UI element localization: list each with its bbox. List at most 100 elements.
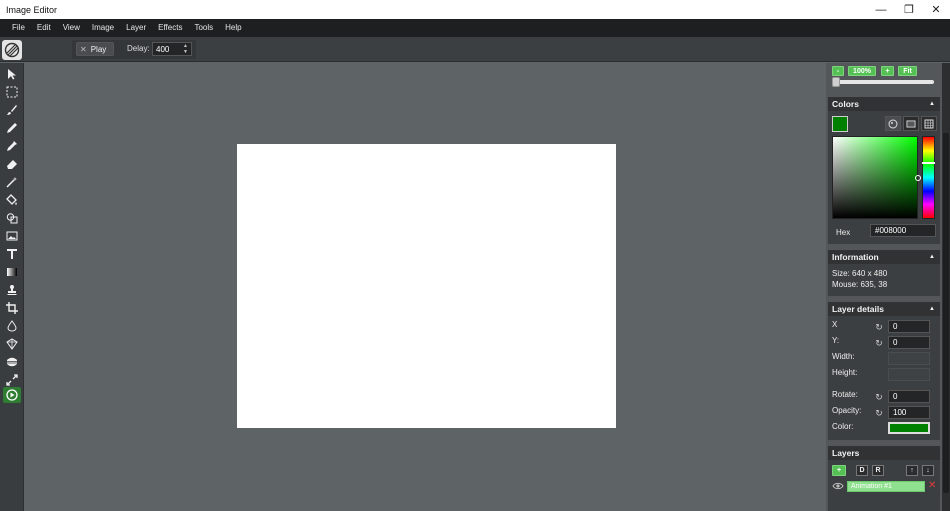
current-color-swatch[interactable]	[832, 116, 848, 132]
menu-file[interactable]: File	[6, 19, 31, 37]
add-layer-button[interactable]: +	[832, 465, 846, 476]
crop-tool-icon[interactable]	[3, 300, 21, 316]
mouse-position-text: Mouse: 635, 38	[832, 280, 888, 289]
layers-panel-header[interactable]: Layers	[828, 446, 940, 460]
menu-bar: File Edit View Image Layer Effects Tools…	[0, 19, 950, 37]
menu-edit[interactable]: Edit	[31, 19, 57, 37]
hue-slider[interactable]	[922, 136, 935, 219]
pipette-tool-icon[interactable]	[3, 138, 21, 154]
collapse-icon[interactable]: ▲	[929, 254, 935, 260]
y-input[interactable]: 0	[888, 336, 930, 349]
gradient-tool-icon[interactable]	[3, 264, 21, 280]
opacity-label: Opacity:	[832, 406, 862, 415]
attributes-toolbar: ✕ Play Delay: 400 ▲ ▼	[0, 37, 950, 62]
menu-effects[interactable]: Effects	[152, 19, 188, 37]
color-wheel-icon[interactable]	[885, 116, 901, 131]
information-panel-header[interactable]: Information ▲	[828, 250, 940, 264]
image-tool-icon[interactable]	[3, 228, 21, 244]
menu-help[interactable]: Help	[219, 19, 247, 37]
zoom-in-button[interactable]: +	[881, 66, 894, 76]
right-sidebar: - 100% + Fit Colors ▲ Hex #008000 Inform	[826, 63, 950, 511]
pencil-tool-icon[interactable]	[3, 120, 21, 136]
hue-marker[interactable]	[922, 162, 935, 164]
layers-panel: Layers + D R ↑ ↓ Animation #1 ✕	[828, 446, 940, 511]
animation-tool-icon[interactable]	[3, 387, 21, 403]
duplicate-layer-button[interactable]: D	[856, 465, 868, 476]
tools-panel	[0, 63, 24, 511]
sidebar-scrollbar[interactable]	[942, 63, 950, 511]
x-label: X	[832, 320, 838, 329]
delete-layer-icon[interactable]: ✕	[928, 480, 936, 491]
colors-panel-title: Colors	[832, 99, 859, 109]
x-input[interactable]: 0	[888, 320, 930, 333]
hex-label: Hex	[836, 228, 851, 237]
visibility-eye-icon[interactable]	[832, 481, 844, 491]
collapse-icon[interactable]: ▲	[929, 306, 935, 312]
sharpen-tool-icon[interactable]	[3, 336, 21, 352]
width-label: Width:	[832, 352, 855, 361]
rotate-label: Rotate:	[832, 390, 858, 399]
collapse-icon[interactable]: ▲	[929, 101, 935, 107]
saturation-value-picker[interactable]	[832, 136, 921, 219]
minimize-button[interactable]: —	[867, 0, 895, 19]
shape-tool-icon[interactable]	[3, 210, 21, 226]
layer-details-panel: Layer details ▲ X ↻ 0 Y: ↻ 0 Width: Heig…	[828, 302, 940, 440]
color-palette-icon[interactable]	[903, 116, 919, 131]
width-input	[888, 352, 930, 365]
bulge-tool-icon[interactable]	[3, 354, 21, 370]
menu-image[interactable]: Image	[86, 19, 120, 37]
zoom-out-button[interactable]: -	[832, 66, 844, 76]
delay-value: 400	[156, 45, 170, 54]
delay-input[interactable]: 400 ▲ ▼	[152, 42, 192, 56]
layer-item[interactable]: Animation #1	[847, 481, 925, 492]
zoom-fit-button[interactable]: Fit	[898, 66, 917, 76]
close-button[interactable]: ✕	[922, 0, 950, 19]
opacity-input[interactable]: 100	[888, 406, 930, 419]
move-layer-up-button[interactable]: ↑	[906, 465, 918, 476]
clone-stamp-tool-icon[interactable]	[3, 282, 21, 298]
move-layer-down-button[interactable]: ↓	[922, 465, 934, 476]
color-label: Color:	[832, 422, 854, 431]
colors-panel-header[interactable]: Colors ▲	[828, 97, 940, 111]
eraser-tool-icon[interactable]	[3, 156, 21, 172]
picker-cursor[interactable]	[915, 175, 921, 181]
title-bar: Image Editor — ❐ ✕	[0, 0, 950, 19]
scrollbar-thumb[interactable]	[943, 133, 949, 493]
layer-color-swatch[interactable]	[888, 422, 930, 434]
color-grid-icon[interactable]	[921, 116, 937, 131]
zoom-slider-knob[interactable]	[832, 77, 840, 87]
rotate-input[interactable]: 0	[888, 390, 930, 403]
delay-spinner[interactable]: ▲ ▼	[181, 43, 190, 55]
zoom-value-button[interactable]: 100%	[848, 66, 876, 76]
select-tool-icon[interactable]	[3, 66, 21, 82]
height-label: Height:	[832, 368, 858, 377]
menu-view[interactable]: View	[57, 19, 86, 37]
app-logo-icon	[2, 40, 22, 60]
hex-input[interactable]: #008000	[870, 224, 936, 237]
menu-tools[interactable]: Tools	[188, 19, 219, 37]
play-label: Play	[90, 44, 107, 54]
fill-tool-icon[interactable]	[3, 192, 21, 208]
reset-opacity-icon[interactable]: ↻	[874, 408, 884, 418]
image-canvas[interactable]	[237, 144, 616, 428]
menu-layer[interactable]: Layer	[120, 19, 152, 37]
colors-panel: Colors ▲ Hex #008000	[828, 97, 940, 244]
magic-wand-tool-icon[interactable]	[3, 174, 21, 190]
resize-tool-icon[interactable]	[3, 372, 21, 388]
layer-details-panel-header[interactable]: Layer details ▲	[828, 302, 940, 316]
reset-x-icon[interactable]: ↻	[874, 322, 884, 332]
reset-rotate-icon[interactable]: ↻	[874, 392, 884, 402]
layer-details-panel-title: Layer details	[832, 304, 884, 314]
reset-y-icon[interactable]: ↻	[874, 338, 884, 348]
blur-tool-icon[interactable]	[3, 318, 21, 334]
brush-tool-icon[interactable]	[3, 102, 21, 118]
rename-layer-button[interactable]: R	[872, 465, 884, 476]
rectangle-select-tool-icon[interactable]	[3, 84, 21, 100]
y-label: Y:	[832, 336, 840, 345]
image-size-text: Size: 640 x 480	[832, 269, 888, 278]
restore-button[interactable]: ❐	[895, 0, 923, 19]
play-button[interactable]: ✕ Play	[76, 42, 114, 56]
text-tool-icon[interactable]	[3, 246, 21, 262]
information-panel-title: Information	[832, 252, 879, 262]
zoom-slider-track[interactable]	[834, 80, 934, 84]
